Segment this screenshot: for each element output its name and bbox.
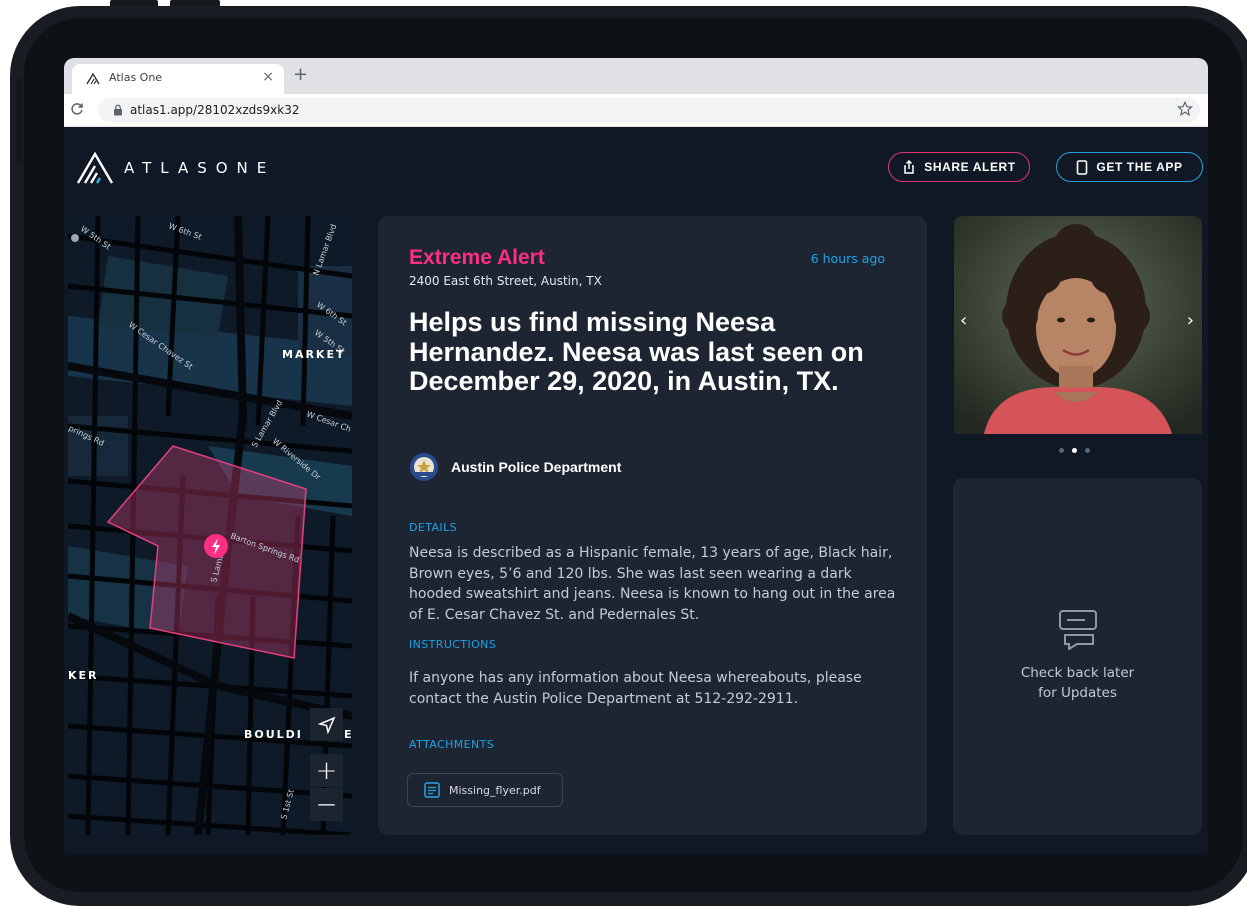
carousel-dot-active[interactable] [1072, 448, 1077, 453]
alert-address: 2400 East 6th Street, Austin, TX [409, 274, 602, 288]
new-tab-button[interactable]: + [293, 65, 308, 85]
get-the-app-label: GET THE APP [1096, 160, 1183, 174]
logo-text: ATLASONE [124, 159, 276, 177]
document-icon [424, 782, 440, 798]
map-canvas: W 5th St W 6th St N Lamar Blvd W Cesar C… [68, 216, 352, 835]
share-icon [904, 160, 914, 174]
browser-tab[interactable]: Atlas One × [72, 64, 284, 94]
details-text: Neesa is described as a Hispanic female,… [409, 545, 896, 623]
updates-panel: Check back later for Updates [953, 478, 1202, 835]
tab-favicon-icon [86, 73, 100, 85]
browser-tabbar: Atlas One × + [64, 58, 1208, 94]
map-label: BOULDI [244, 728, 303, 741]
share-alert-button[interactable]: SHARE ALERT [888, 152, 1030, 182]
browser-addressbar: atlas1.app/28102xzds9xk32 [64, 94, 1208, 127]
map-label: E [344, 728, 352, 741]
attachments-label: ATTACHMENTS [409, 738, 495, 751]
instructions-label: INSTRUCTIONS [409, 638, 497, 651]
share-alert-label: SHARE ALERT [924, 160, 1016, 174]
alert-card: Extreme Alert 6 hours ago 2400 East 6th … [378, 216, 927, 835]
hardware-side-button [16, 78, 22, 164]
tab-title: Atlas One [109, 71, 163, 84]
attachment-name: Missing_flyer.pdf [449, 783, 541, 797]
chat-icon [1059, 610, 1097, 650]
star-icon[interactable] [1176, 100, 1194, 118]
police-badge-icon [410, 453, 438, 481]
carousel-dot[interactable] [1085, 448, 1090, 453]
carousel-next-button[interactable]: › [1187, 310, 1194, 331]
carousel-dots [1059, 448, 1090, 453]
lock-icon [114, 104, 122, 116]
carousel-dot[interactable] [1059, 448, 1064, 453]
missing-person-photo[interactable]: ‹ › [954, 216, 1202, 434]
get-the-app-button[interactable]: GET THE APP [1056, 152, 1203, 182]
logo-mark-icon [76, 152, 114, 184]
map-label: MARKET [282, 348, 345, 361]
map[interactable]: W 5th St W 6th St N Lamar Blvd W Cesar C… [68, 216, 352, 835]
url-bar[interactable]: atlas1.app/28102xzds9xk32 [98, 98, 1200, 122]
recenter-button[interactable] [310, 708, 343, 741]
atlasone-logo[interactable]: ATLASONE [76, 152, 275, 184]
tab-close-icon[interactable]: × [262, 69, 274, 85]
url-text: atlas1.app/28102xzds9xk32 [130, 103, 300, 117]
alert-headline: Helps us find missing Neesa Hernandez. N… [409, 307, 864, 396]
reload-icon[interactable] [70, 102, 84, 116]
location-arrow-icon [317, 716, 335, 734]
attachment-item[interactable]: Missing_flyer.pdf [407, 773, 563, 807]
screen: Atlas One × + atlas1.app/28102xzds9xk32 [64, 58, 1208, 855]
alert-time: 6 hours ago [810, 251, 885, 266]
portrait-image [954, 216, 1202, 434]
alert-level: Extreme Alert [409, 246, 545, 269]
zoom-in-button[interactable]: + [310, 754, 343, 787]
zoom-out-button[interactable]: — [310, 788, 343, 821]
alert-pin[interactable] [204, 534, 228, 558]
agency-name: Austin Police Department [451, 459, 622, 475]
map-label: KER [68, 669, 99, 682]
agency[interactable]: Austin Police Department [409, 452, 621, 482]
instructions-text: If anyone has any information about Nees… [409, 670, 862, 707]
updates-message: Check back later for Updates [1020, 665, 1135, 701]
carousel-prev-button[interactable]: ‹ [960, 310, 967, 331]
phone-icon [1077, 159, 1088, 175]
details-label: DETAILS [409, 521, 457, 534]
